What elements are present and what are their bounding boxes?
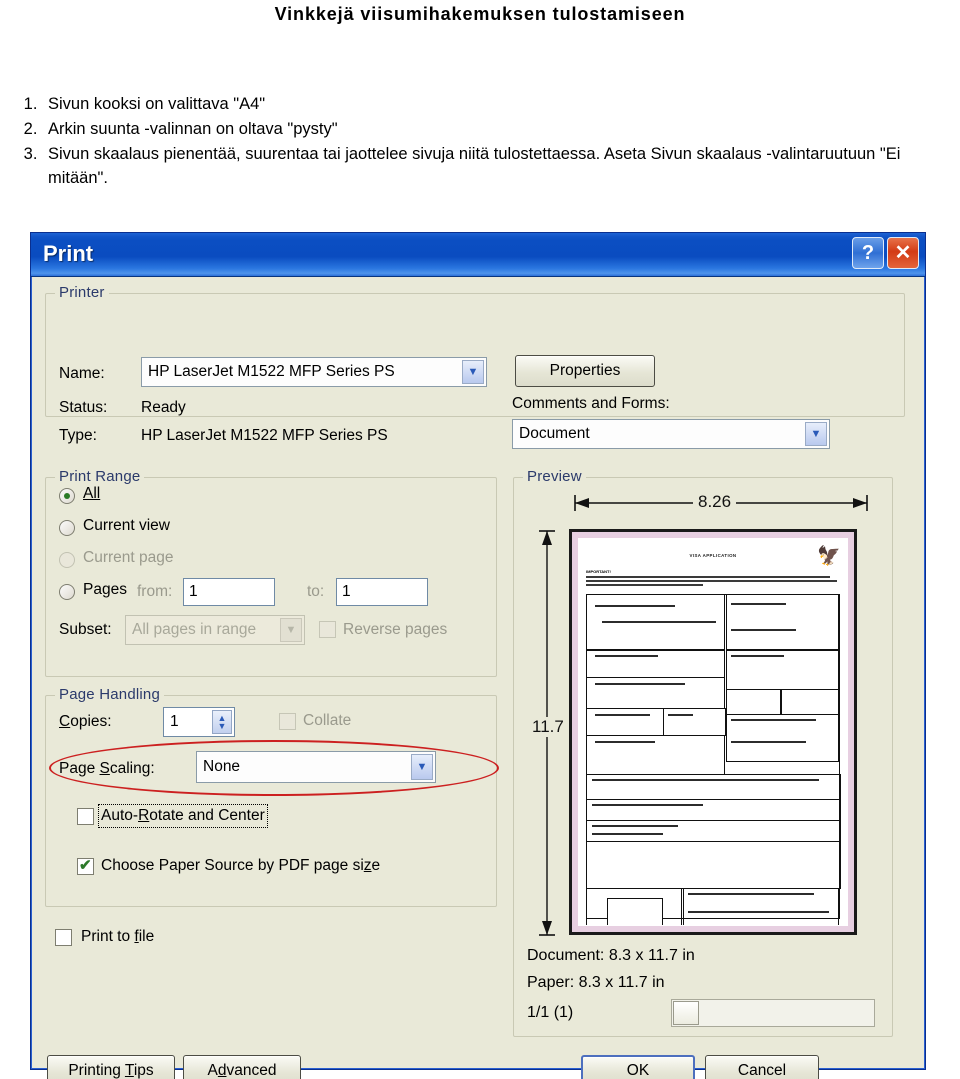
- chevron-down-icon: ▼: [805, 422, 827, 446]
- instructions-list: Sivun kooksi on valittava "A4" Arkin suu…: [8, 92, 960, 191]
- preview-form-grid: [586, 594, 841, 925]
- reverse-pages-checkbox: [319, 621, 336, 638]
- preview-group-legend: Preview: [523, 468, 586, 485]
- page-scaling-label: Page Scaling:: [59, 760, 155, 777]
- properties-button[interactable]: Properties: [515, 355, 655, 387]
- print-to-file-checkbox[interactable]: [55, 929, 72, 946]
- printer-name-value: HP LaserJet M1522 MFP Series PS: [148, 363, 395, 380]
- radio-current-page-label: Current page: [83, 549, 174, 566]
- help-icon[interactable]: ?: [852, 237, 884, 269]
- preview-important-label: IMPORTANT!: [586, 569, 611, 574]
- print-range-group: Print Range: [45, 468, 497, 677]
- crest-icon: 🦅: [817, 546, 841, 567]
- dialog-titlebar[interactable]: Print ? ✕: [31, 233, 925, 277]
- print-to-file-label: Print to file: [81, 928, 155, 945]
- collate-checkbox: [279, 713, 296, 730]
- preview-height-value: 11.7: [527, 717, 569, 737]
- pages-to-value: 1: [342, 583, 351, 600]
- radio-all-label: All: [83, 485, 101, 502]
- pages-from-input[interactable]: 1: [183, 578, 275, 606]
- choose-paper-source-label: Choose Paper Source by PDF page size: [101, 857, 381, 874]
- preview-scrollbar-thumb[interactable]: [673, 1001, 699, 1025]
- auto-rotate-checkbox[interactable]: [77, 808, 94, 825]
- preview-paper-size: Paper: 8.3 x 11.7 in: [527, 974, 665, 991]
- chevron-down-icon: ▼: [411, 754, 433, 780]
- dialog-body: Printer Name: HP LaserJet M1522 MFP Seri…: [31, 277, 925, 1079]
- radio-all[interactable]: [59, 488, 75, 504]
- printing-tips-label: Printing Tips: [68, 1062, 154, 1079]
- instruction-item-3: Sivun skaalaus pienentää, suurentaa tai …: [42, 142, 960, 190]
- printer-status-value: Ready: [141, 399, 186, 416]
- preview-document-size: Document: 8.3 x 11.7 in: [527, 947, 695, 964]
- dialog-title: Print: [43, 241, 94, 266]
- copies-stepper[interactable]: 1 ▲ ▼: [163, 707, 235, 737]
- copies-value: 1: [170, 713, 179, 730]
- page-root: Vinkkejä viisumihakemuksen tulostamiseen…: [0, 0, 960, 1079]
- page-title: Vinkkejä viisumihakemuksen tulostamiseen: [274, 4, 686, 24]
- subset-label: Subset:: [59, 621, 112, 638]
- printer-group-legend: Printer: [55, 284, 109, 301]
- printing-tips-button[interactable]: Printing Tips: [47, 1055, 175, 1079]
- instruction-item-1: Sivun kooksi on valittava "A4": [42, 92, 960, 116]
- comments-forms-combo[interactable]: Document ▼: [512, 419, 830, 449]
- copies-label: Copies:: [59, 713, 112, 730]
- radio-current-view-label: Current view: [83, 517, 170, 534]
- radio-current-view[interactable]: [59, 520, 75, 536]
- comments-forms-label: Comments and Forms:: [512, 395, 670, 412]
- page-scaling-value: None: [203, 758, 241, 775]
- auto-rotate-label: Auto-Rotate and Center: [98, 804, 268, 828]
- print-dialog: Print ? ✕ Printer Name: HP LaserJet M152…: [30, 232, 926, 1079]
- choose-paper-source-checkbox[interactable]: [77, 856, 94, 875]
- reverse-pages-label: Reverse pages: [343, 621, 448, 638]
- pages-to-input[interactable]: 1: [336, 578, 428, 606]
- chevron-down-icon: ▼: [462, 360, 484, 384]
- spinner-arrows-icon[interactable]: ▲ ▼: [212, 710, 232, 734]
- preview-scrollbar[interactable]: [671, 999, 875, 1027]
- page-handling-group-legend: Page Handling: [55, 686, 165, 703]
- cancel-button[interactable]: Cancel: [705, 1055, 819, 1079]
- page-handling-group: Page Handling: [45, 686, 497, 907]
- printer-status-label: Status:: [59, 399, 108, 416]
- preview-photo-placeholder: [607, 898, 663, 925]
- page-scaling-combo[interactable]: None ▼: [196, 751, 436, 783]
- collate-label: Collate: [303, 712, 352, 729]
- preview-document-title: VISA APPLICATION: [689, 553, 737, 558]
- close-icon[interactable]: ✕: [887, 237, 919, 269]
- preview-width-value: 8.26: [693, 492, 737, 512]
- subset-value: All pages in range: [132, 621, 257, 638]
- properties-button-label: Properties: [549, 362, 621, 379]
- preview-page: VISA APPLICATION 🦅 IMPORTANT!: [569, 529, 857, 935]
- preview-page-counter: 1/1 (1): [527, 1004, 574, 1021]
- pages-from-label: from:: [137, 583, 173, 600]
- preview-intro-lines: [586, 576, 840, 588]
- cancel-label: Cancel: [737, 1062, 787, 1079]
- printer-name-combo[interactable]: HP LaserJet M1522 MFP Series PS ▼: [141, 357, 487, 387]
- pages-from-value: 1: [189, 583, 198, 600]
- printer-type-label: Type:: [59, 427, 97, 444]
- radio-pages-label: Pages: [83, 581, 127, 598]
- preview-page-content: VISA APPLICATION 🦅 IMPORTANT!: [579, 539, 847, 925]
- ok-label: OK: [626, 1062, 650, 1079]
- subset-combo: All pages in range ▼: [125, 615, 305, 645]
- comments-forms-value: Document: [519, 425, 590, 442]
- instruction-item-2: Arkin suunta -valinnan on oltava "pysty": [42, 117, 960, 141]
- print-range-group-legend: Print Range: [55, 468, 145, 485]
- pages-to-label: to:: [307, 583, 325, 600]
- printer-type-value: HP LaserJet M1522 MFP Series PS: [141, 427, 388, 444]
- advanced-button[interactable]: Advanced: [183, 1055, 301, 1079]
- advanced-label: Advanced: [207, 1062, 277, 1079]
- titlebar-buttons: ? ✕: [852, 237, 919, 269]
- radio-current-page: [59, 552, 75, 568]
- chevron-down-icon: ▼: [280, 618, 302, 642]
- radio-pages[interactable]: [59, 584, 75, 600]
- ok-button[interactable]: OK: [581, 1055, 695, 1079]
- printer-name-label: Name:: [59, 365, 105, 382]
